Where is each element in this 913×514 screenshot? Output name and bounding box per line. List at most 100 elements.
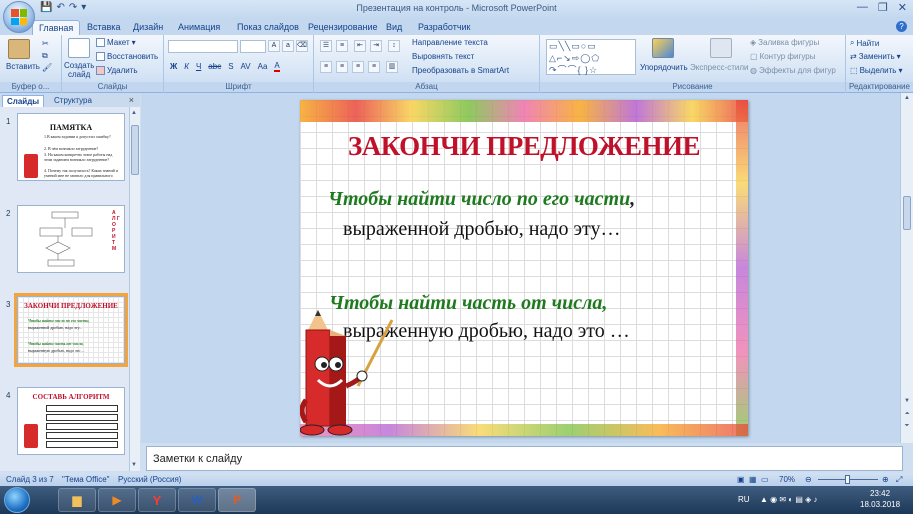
- tab-view[interactable]: Вид: [386, 20, 402, 35]
- arrange-button[interactable]: Упорядочить: [640, 63, 688, 72]
- panel-scrollbar[interactable]: ▲ ▼: [129, 107, 140, 471]
- smartart-button[interactable]: Преобразовать в SmartArt: [412, 66, 509, 75]
- bold-button[interactable]: Ж: [170, 62, 177, 71]
- clear-format-icon[interactable]: ⌫: [296, 40, 308, 52]
- text-direction-button[interactable]: Направление текста: [412, 38, 488, 47]
- word-taskbar-button[interactable]: W: [178, 488, 216, 512]
- notes-pane[interactable]: Заметки к слайду: [146, 446, 903, 471]
- tab-developer[interactable]: Разработчик: [418, 20, 470, 35]
- slide-thumbnail-4[interactable]: СОСТАВЬ АЛГОРИТМ: [17, 387, 125, 455]
- office-button[interactable]: [3, 1, 35, 33]
- tab-insert[interactable]: Вставка: [87, 20, 120, 35]
- replace-button[interactable]: ⇄ Заменить ▾: [850, 52, 901, 61]
- tab-animation[interactable]: Анимация: [178, 20, 220, 35]
- restore-icon[interactable]: ❐: [878, 1, 888, 14]
- shape-outline-button[interactable]: ▢ Контур фигуры: [750, 52, 816, 61]
- slide-thumbnail-3[interactable]: ЗАКОНЧИ ПРЕДЛОЖЕНИЕ Чтобы найти число по…: [14, 293, 128, 367]
- help-icon[interactable]: ?: [896, 21, 907, 32]
- numbering-icon[interactable]: ≡: [336, 40, 348, 52]
- tab-slideshow[interactable]: Показ слайдов: [237, 20, 299, 35]
- fit-slide-icon[interactable]: ⤢: [896, 475, 902, 485]
- reset-button[interactable]: Восстановить: [96, 52, 158, 61]
- tab-home[interactable]: Главная: [32, 20, 81, 35]
- clock-date[interactable]: 18.03.2018: [860, 500, 900, 509]
- format-painter-icon[interactable]: 🖌: [42, 63, 52, 72]
- close-icon[interactable]: ✕: [898, 1, 907, 14]
- scroll-up-icon[interactable]: ▲: [903, 95, 911, 101]
- media-player-taskbar-button[interactable]: ▶: [98, 488, 136, 512]
- font-color-button[interactable]: A: [274, 61, 280, 72]
- minimize-icon[interactable]: —: [857, 1, 868, 14]
- align-right-icon[interactable]: ≡: [352, 61, 364, 73]
- paste-button[interactable]: Вставить: [6, 62, 40, 71]
- arrange-icon[interactable]: [652, 38, 674, 58]
- shapes-gallery[interactable]: ▭╲╲▭○▭ △⌐↘⇨◯⬠ ↷⌒⌒{ }☆: [546, 39, 636, 75]
- language-status[interactable]: Русский (Россия): [118, 475, 181, 484]
- tab-review[interactable]: Рецензирование: [308, 20, 378, 35]
- slide-phrase-2[interactable]: выраженной дробью, надо эту…: [343, 218, 621, 241]
- delete-slide-button[interactable]: Удалить: [96, 66, 138, 75]
- quick-styles-icon[interactable]: [710, 38, 732, 58]
- find-button[interactable]: ⌕ Найти: [850, 38, 879, 48]
- new-slide-button-line2[interactable]: слайд: [68, 70, 90, 79]
- zoom-in-icon[interactable]: ⊕: [882, 475, 889, 484]
- next-slide-icon[interactable]: ⏷: [903, 423, 911, 430]
- font-family-combo[interactable]: [168, 40, 238, 53]
- tab-slides[interactable]: Слайды: [2, 95, 45, 107]
- strike-button[interactable]: abc: [208, 62, 221, 71]
- powerpoint-taskbar-button[interactable]: P: [218, 488, 256, 512]
- shape-fill-button[interactable]: ◈ Заливка фигуры: [750, 38, 819, 47]
- grow-font-icon[interactable]: A: [268, 40, 280, 52]
- slide-thumbnail-1[interactable]: ПАМЯТКА 1.В каком задании я допустил оши…: [17, 113, 125, 181]
- case-button[interactable]: Aa: [258, 62, 268, 71]
- select-button[interactable]: ⬚ Выделить ▾: [850, 66, 902, 75]
- slide-thumbnail-2[interactable]: А Л Г О Р И Т М: [17, 205, 125, 273]
- zoom-slider-knob[interactable]: [845, 475, 850, 484]
- italic-button[interactable]: К: [184, 62, 189, 71]
- line-spacing-icon[interactable]: ↕: [388, 40, 400, 52]
- increase-indent-icon[interactable]: ⇥: [370, 40, 382, 52]
- tab-outline[interactable]: Структура: [50, 95, 96, 107]
- slide-scroll-thumb[interactable]: [903, 196, 911, 230]
- new-slide-button[interactable]: Создать: [64, 61, 94, 70]
- start-button[interactable]: [4, 487, 30, 513]
- align-left-icon[interactable]: ≡: [320, 61, 332, 73]
- yandex-taskbar-button[interactable]: Y: [138, 488, 176, 512]
- close-icon[interactable]: ×: [129, 95, 134, 105]
- cut-icon[interactable]: ✂: [42, 39, 49, 48]
- new-slide-icon[interactable]: [68, 38, 90, 58]
- panel-scroll-thumb[interactable]: [131, 125, 139, 175]
- zoom-level[interactable]: 70%: [779, 475, 795, 484]
- explorer-taskbar-button[interactable]: ▆: [58, 488, 96, 512]
- slideshow-icon[interactable]: ▭: [761, 475, 769, 484]
- zoom-out-icon[interactable]: ⊖: [805, 475, 812, 484]
- tab-design[interactable]: Дизайн: [133, 20, 163, 35]
- shadow-button[interactable]: S: [228, 62, 233, 71]
- font-size-combo[interactable]: [240, 40, 266, 53]
- bullets-icon[interactable]: ☰: [320, 40, 332, 52]
- shape-effects-button[interactable]: ◍ Эффекты для фигур: [750, 66, 836, 75]
- slide-scrollbar[interactable]: ▲ ▼ ⏶ ⏷: [900, 93, 913, 443]
- quick-styles-button[interactable]: Экспресс-стили: [690, 63, 749, 72]
- language-indicator[interactable]: RU: [738, 495, 750, 504]
- align-center-icon[interactable]: ≡: [336, 61, 348, 73]
- decrease-indent-icon[interactable]: ⇤: [354, 40, 366, 52]
- underline-button[interactable]: Ч: [196, 62, 201, 71]
- slide-title[interactable]: ЗАКОНЧИ ПРЕДЛОЖЕНИЕ: [300, 131, 748, 162]
- layout-button[interactable]: Макет ▾: [96, 38, 136, 47]
- current-slide[interactable]: ЗАКОНЧИ ПРЕДЛОЖЕНИЕ Чтобы найти число по…: [300, 100, 748, 436]
- normal-view-icon[interactable]: ▣: [737, 475, 745, 484]
- shrink-font-icon[interactable]: a: [282, 40, 294, 52]
- scroll-down-icon[interactable]: ▼: [903, 398, 911, 404]
- copy-icon[interactable]: ⧉: [42, 51, 48, 61]
- scroll-down-icon[interactable]: ▼: [131, 462, 137, 468]
- columns-icon[interactable]: ▥: [386, 61, 398, 73]
- align-text-button[interactable]: Выровнять текст: [412, 52, 474, 61]
- slide-phrase-1[interactable]: Чтобы найти число по его части,: [328, 188, 635, 211]
- slide-sorter-icon[interactable]: ▦: [749, 475, 757, 484]
- paste-icon[interactable]: [8, 39, 30, 59]
- clock-time[interactable]: 23:42: [870, 489, 890, 498]
- scroll-up-icon[interactable]: ▲: [131, 110, 137, 116]
- spacing-button[interactable]: AV: [241, 62, 251, 71]
- previous-slide-icon[interactable]: ⏶: [903, 411, 911, 418]
